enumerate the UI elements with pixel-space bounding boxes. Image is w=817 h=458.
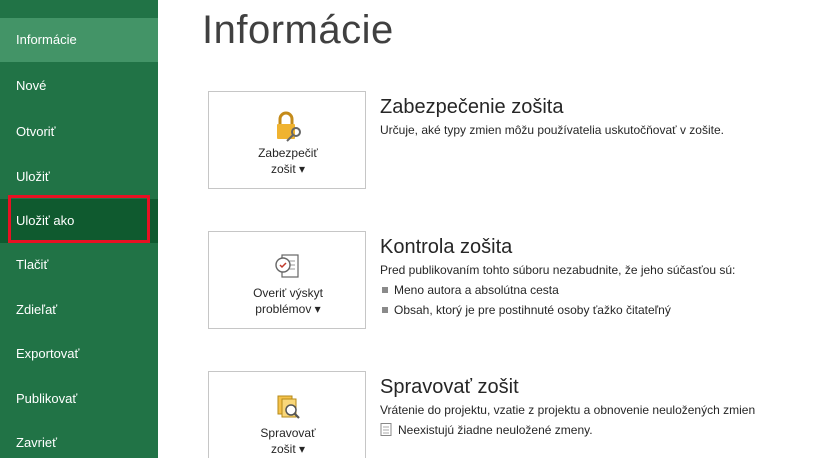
- sidebar-item-ulozit[interactable]: Uložiť: [0, 155, 158, 199]
- bullet-text: Meno autora a absolútna cesta: [394, 283, 559, 297]
- manage-workbook-icon: [272, 390, 304, 422]
- check-issues-button[interactable]: Overiť výskyt problémov ▾: [208, 231, 366, 329]
- inspect-description: Pred publikovaním tohto súboru nezabudni…: [380, 263, 736, 277]
- sidebar-item-zavriet[interactable]: Zavrieť: [0, 421, 158, 458]
- sidebar-item-tlacit[interactable]: Tlačiť: [0, 243, 158, 287]
- protect-section: Zabezpečenie zošita Určuje, aké typy zmi…: [380, 96, 817, 137]
- sidebar-item-zdielat[interactable]: Zdieľať: [0, 288, 158, 332]
- info-panel: Informácie Zabezpečiť zošit ▾ Zabezpečen…: [158, 0, 817, 458]
- bullet-text: Obsah, ktorý je pre postihnuté osoby ťaž…: [394, 303, 671, 317]
- sidebar-item-nove[interactable]: Nové: [0, 64, 158, 108]
- protect-button-label-1: Zabezpečiť: [258, 146, 318, 160]
- document-icon: [380, 423, 392, 436]
- backstage-sidebar: Informácie Nové Otvoriť Uložiť Uložiť ak…: [0, 0, 158, 458]
- sidebar-item-informacie[interactable]: Informácie: [0, 18, 158, 62]
- check-issues-label-1: Overiť výskyt: [253, 286, 323, 300]
- bullet-square-icon: [382, 307, 388, 313]
- manage-heading: Spravovať zošit: [380, 376, 519, 398]
- protect-workbook-button[interactable]: Zabezpečiť zošit ▾: [208, 91, 366, 189]
- check-issues-label-2: problémov ▾: [255, 302, 321, 316]
- page-title: Informácie: [202, 8, 394, 52]
- sidebar-item-exportovat[interactable]: Exportovať: [0, 332, 158, 376]
- protect-button-label-2: zošit ▾: [270, 162, 306, 176]
- manage-workbook-button[interactable]: Spravovať zošit ▾: [208, 371, 366, 458]
- protect-description: Určuje, aké typy zmien môžu používatelia…: [380, 123, 724, 137]
- bullet-square-icon: [382, 287, 388, 293]
- inspect-section: Kontrola zošita Pred publikovaním tohto …: [380, 236, 817, 317]
- manage-description: Vrátenie do projektu, vzatie z projektu …: [380, 403, 756, 417]
- list-item: Obsah, ktorý je pre postihnuté osoby ťaž…: [380, 303, 817, 317]
- sidebar-item-publikovat[interactable]: Publikovať: [0, 377, 158, 421]
- list-item: Neexistujú žiadne neuložené zmeny.: [380, 423, 817, 437]
- bullet-text: Neexistujú žiadne neuložené zmeny.: [398, 423, 593, 437]
- manage-section: Spravovať zošit Vrátenie do projektu, vz…: [380, 376, 817, 437]
- manage-button-label-2: zošit ▾: [270, 442, 306, 456]
- list-item: Meno autora a absolútna cesta: [380, 283, 817, 297]
- sidebar-item-otvorit[interactable]: Otvoriť: [0, 110, 158, 154]
- protect-heading: Zabezpečenie zošita: [380, 96, 564, 118]
- manage-button-label-1: Spravovať: [260, 426, 316, 440]
- sidebar-item-ulozit-ako[interactable]: Uložiť ako: [0, 199, 158, 243]
- inspect-document-icon: [272, 250, 304, 282]
- lock-key-icon: [272, 110, 304, 142]
- inspect-heading: Kontrola zošita: [380, 236, 513, 258]
